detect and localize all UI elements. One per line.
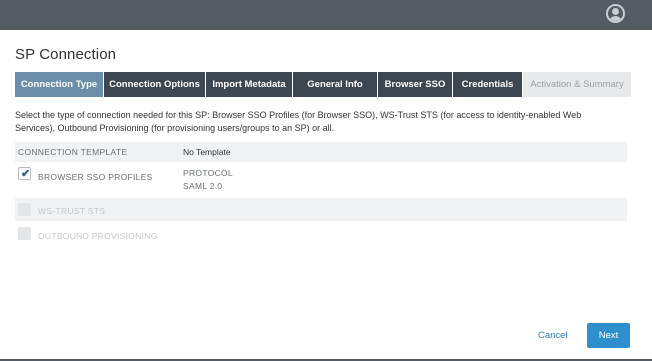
user-avatar-icon[interactable] [606,4,625,23]
table-header: CONNECTION TEMPLATE No Template [15,142,627,162]
outbound-provisioning-label: OUTBOUND PROVISIONING [38,231,158,241]
protocol-label: PROTOCOL [183,168,233,178]
top-bar [0,0,652,30]
tab-connection-options[interactable]: Connection Options [104,72,206,97]
connection-template-value: No Template [183,147,231,157]
next-button[interactable]: Next [587,323,630,348]
tab-connection-type[interactable]: Connection Type [15,72,104,97]
checkmark-icon: ✔ [21,168,31,180]
connection-template-header: CONNECTION TEMPLATE [18,147,128,157]
page-title: SP Connection [15,46,117,63]
tab-credentials[interactable]: Credentials [453,72,523,97]
connection-type-description: Select the type of connection needed for… [15,110,582,133]
tab-browser-sso[interactable]: Browser SSO [378,72,453,97]
protocol-value: SAML 2.0 [183,181,223,191]
tab-general-info[interactable]: General Info [293,72,378,97]
browser-sso-profiles-checkbox[interactable]: ✔ [18,167,31,180]
table-row: ✔ BROWSER SSO PROFILES PROTOCOL SAML 2.0 [15,163,627,196]
tab-import-metadata[interactable]: Import Metadata [206,72,293,97]
ws-trust-sts-checkbox [18,203,31,216]
table-row: WS-TRUST STS [15,198,627,221]
browser-sso-profiles-label: BROWSER SSO PROFILES [38,172,153,182]
tab-activation-summary: Activation & Summary [523,72,631,97]
wizard-tabs: Connection Type Connection Options Impor… [15,72,631,97]
table-row: OUTBOUND PROVISIONING [15,223,627,246]
outbound-provisioning-checkbox [18,227,31,240]
ws-trust-sts-label: WS-TRUST STS [38,206,106,216]
cancel-button[interactable]: Cancel [538,330,568,341]
